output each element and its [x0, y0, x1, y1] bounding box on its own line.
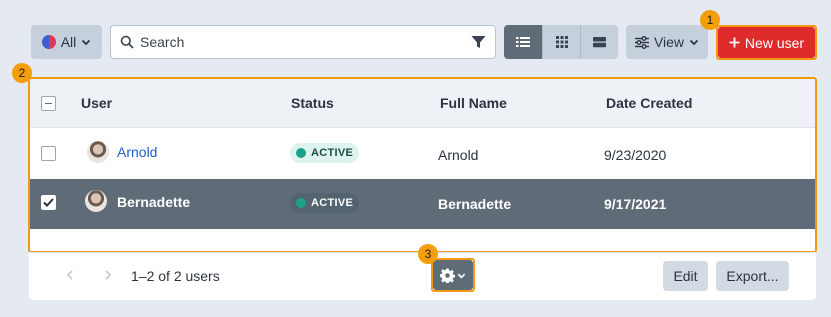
highlight-new-user	[716, 25, 817, 60]
export-button[interactable]: Export...	[716, 261, 789, 291]
card-view-button[interactable]	[580, 25, 618, 59]
list-view-button[interactable]	[504, 25, 542, 59]
filter-icon[interactable]	[471, 35, 486, 49]
pagination-range: 1–2 of 2 users	[131, 268, 220, 284]
callout-badge-3: 3	[418, 244, 438, 264]
callout-badge-1: 1	[700, 10, 720, 30]
card-view-icon	[593, 37, 606, 48]
sliders-icon	[634, 35, 649, 49]
grid-view-icon	[555, 36, 568, 48]
chevron-down-icon	[689, 39, 699, 46]
search-icon	[120, 35, 134, 49]
search-field[interactable]	[110, 25, 496, 59]
list-view-icon	[516, 37, 530, 47]
search-input[interactable]	[140, 34, 465, 50]
chevron-left-icon[interactable]	[66, 270, 74, 280]
grid-view-button[interactable]	[542, 25, 580, 59]
view-menu-button[interactable]: View	[626, 25, 708, 59]
multicolor-dot-icon	[41, 35, 56, 49]
highlight-settings	[431, 258, 475, 292]
edit-button[interactable]: Edit	[663, 261, 708, 291]
chevron-down-icon	[82, 39, 91, 46]
view-menu-label: View	[653, 34, 685, 50]
all-filter-label: All	[60, 34, 77, 50]
highlight-table	[28, 77, 817, 253]
callout-badge-2: 2	[12, 63, 32, 83]
chevron-right-icon[interactable]	[104, 270, 112, 280]
all-filter-button[interactable]: All	[31, 25, 102, 59]
view-mode-group	[504, 25, 618, 59]
